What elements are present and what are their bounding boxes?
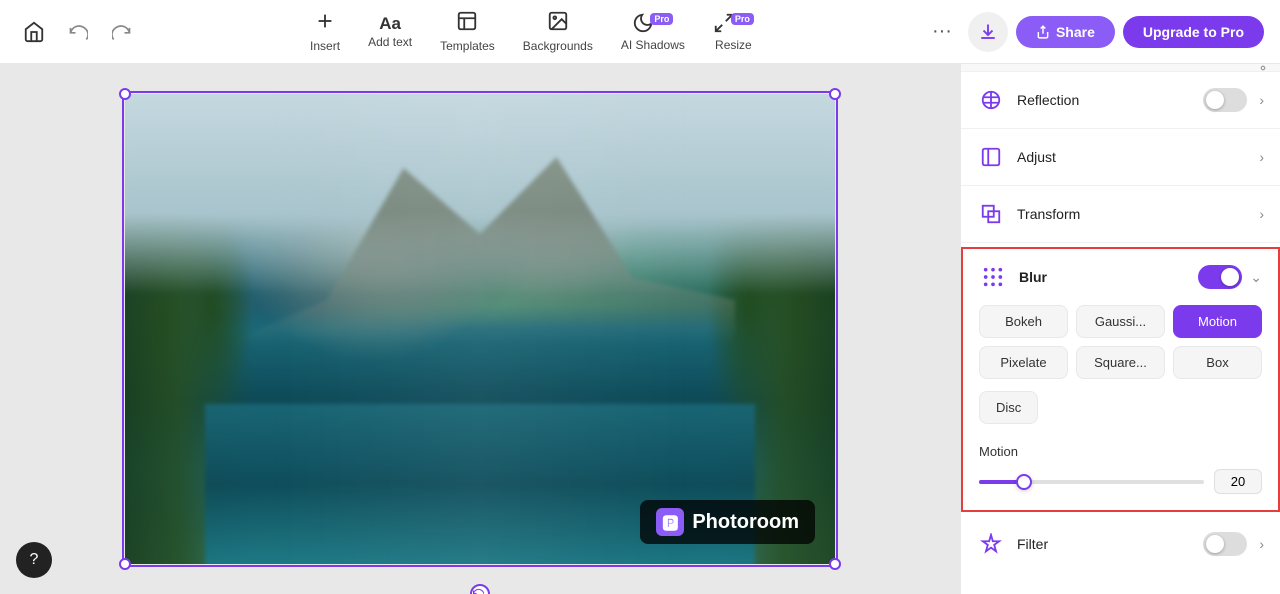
- backgrounds-icon: [547, 10, 569, 36]
- canvas-image[interactable]: 🅿 Photoroom: [125, 94, 835, 564]
- share-button[interactable]: Share: [1016, 16, 1115, 48]
- resize-badge: Pro: [731, 13, 754, 25]
- adjust-chevron: ›: [1259, 149, 1264, 165]
- undo-button[interactable]: [60, 14, 96, 50]
- ai-shadows-tool[interactable]: Pro AI Shadows: [609, 6, 697, 58]
- blur-pixelate-button[interactable]: Pixelate: [979, 346, 1068, 379]
- topbar-tools: Insert Aa Add text Templates: [148, 4, 916, 59]
- reflection-icon: [977, 86, 1005, 114]
- topbar-right: ··· Share Upgrade to Pro: [924, 12, 1264, 52]
- watermark-icon: 🅿: [656, 508, 684, 536]
- help-button[interactable]: ?: [16, 542, 52, 578]
- ai-shadows-top: Pro: [632, 12, 673, 38]
- canvas-image-wrapper: 🅿 Photoroom: [125, 94, 835, 564]
- handle-bottom-right[interactable]: [829, 558, 841, 570]
- blur-bokeh-button[interactable]: Bokeh: [979, 305, 1068, 338]
- slider-row: 20: [979, 469, 1262, 494]
- add-text-icon: Aa: [379, 15, 401, 32]
- templates-tool[interactable]: Templates: [428, 4, 507, 59]
- blur-box-button[interactable]: Box: [1173, 346, 1262, 379]
- panel-item-transform[interactable]: Transform ›: [961, 186, 1280, 243]
- filter-label: Filter: [1017, 536, 1191, 552]
- reflection-toggle[interactable]: [1203, 88, 1247, 112]
- watermark: 🅿 Photoroom: [640, 500, 815, 544]
- resize-wrapper: Pro Resize: [713, 12, 754, 52]
- filter-chevron: ›: [1259, 536, 1264, 552]
- handle-bottom-left[interactable]: [119, 558, 131, 570]
- handle-top-right[interactable]: [829, 88, 841, 100]
- resize-top: Pro: [713, 12, 754, 38]
- insert-label: Insert: [310, 39, 340, 53]
- motion-slider-label: Motion: [979, 444, 1262, 459]
- right-panel: Reflection › Adjust ›: [960, 64, 1280, 594]
- adjust-label: Adjust: [1017, 149, 1247, 165]
- panel-bottom-spacer: [961, 572, 1280, 592]
- transform-label: Transform: [1017, 206, 1247, 222]
- main-area: 🅿 Photoroom ?: [0, 64, 1280, 594]
- blur-toggle-area: ⌄: [1198, 265, 1262, 289]
- home-button[interactable]: [16, 14, 52, 50]
- topbar-left: [16, 14, 140, 50]
- reflection-label: Reflection: [1017, 92, 1191, 108]
- blur-label: Blur: [1019, 269, 1186, 285]
- transform-chevron: ›: [1259, 206, 1264, 222]
- download-button[interactable]: [968, 12, 1008, 52]
- filter-icon: [977, 530, 1005, 558]
- canvas-area[interactable]: 🅿 Photoroom ?: [0, 64, 960, 594]
- adjust-icon: [977, 143, 1005, 171]
- filter-toggle[interactable]: [1203, 532, 1247, 556]
- more-button[interactable]: ···: [924, 14, 960, 50]
- topbar: Insert Aa Add text Templates: [0, 0, 1280, 64]
- reflection-chevron: ›: [1259, 92, 1264, 108]
- backgrounds-tool[interactable]: Backgrounds: [511, 4, 605, 59]
- panel-item-reflection[interactable]: Reflection ›: [961, 72, 1280, 129]
- motion-slider-area: Motion 20: [963, 436, 1278, 510]
- transform-icon: [977, 200, 1005, 228]
- blur-motion-button[interactable]: Motion: [1173, 305, 1262, 338]
- motion-slider-thumb[interactable]: [1016, 474, 1032, 490]
- blur-section: Blur ⌄ Bokeh Gaussi... Motion Pixelate S…: [961, 247, 1280, 512]
- blur-gaussian-button[interactable]: Gaussi...: [1076, 305, 1165, 338]
- templates-label: Templates: [440, 39, 495, 53]
- ai-shadows-wrapper: Pro AI Shadows: [621, 12, 685, 52]
- blur-toggle[interactable]: [1198, 265, 1242, 289]
- ai-shadows-badge: Pro: [650, 13, 673, 25]
- panel-item-adjust[interactable]: Adjust ›: [961, 129, 1280, 186]
- add-text-tool[interactable]: Aa Add text: [356, 9, 424, 55]
- insert-icon: [314, 10, 336, 36]
- handle-rotate[interactable]: [470, 584, 490, 594]
- blur-options: Bokeh Gaussi... Motion Pixelate Square..…: [963, 305, 1278, 391]
- insert-tool[interactable]: Insert: [298, 4, 352, 59]
- blur-disc-button[interactable]: Disc: [979, 391, 1038, 424]
- blur-header: Blur ⌄: [963, 249, 1278, 305]
- upgrade-button[interactable]: Upgrade to Pro: [1123, 16, 1264, 48]
- upgrade-label: Upgrade to Pro: [1143, 24, 1244, 40]
- share-label: Share: [1056, 24, 1095, 40]
- blur-chevron: ⌄: [1250, 269, 1262, 286]
- blur-icon: [979, 263, 1007, 291]
- handle-top-left[interactable]: [119, 88, 131, 100]
- add-text-label: Add text: [368, 35, 412, 49]
- ai-shadows-label: AI Shadows: [621, 38, 685, 52]
- watermark-text: Photoroom: [692, 511, 799, 534]
- resize-tool[interactable]: Pro Resize: [701, 6, 766, 58]
- motion-slider-track[interactable]: [979, 480, 1204, 484]
- resize-label: Resize: [715, 38, 752, 52]
- blur-square-button[interactable]: Square...: [1076, 346, 1165, 379]
- motion-slider-value[interactable]: 20: [1214, 469, 1262, 494]
- disc-btn-row: Disc: [963, 391, 1278, 436]
- templates-icon: [456, 10, 478, 36]
- redo-button[interactable]: [104, 14, 140, 50]
- backgrounds-label: Backgrounds: [523, 39, 593, 53]
- panel-item-filter[interactable]: Filter ›: [961, 516, 1280, 572]
